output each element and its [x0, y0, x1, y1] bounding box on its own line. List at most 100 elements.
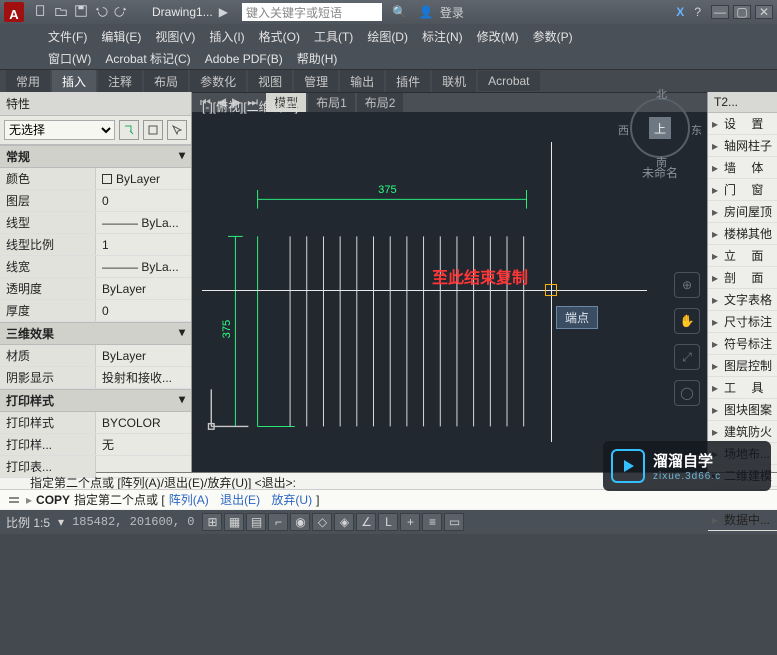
property-value[interactable]: 投射和接收... [96, 367, 192, 389]
property-label: 线宽 [0, 256, 96, 278]
status-scale[interactable]: 比例 1:5 [6, 514, 50, 531]
menu-item[interactable]: 插入(I) [209, 28, 244, 45]
osnap-icon[interactable]: ◇ [312, 513, 332, 531]
polar-icon[interactable]: ◉ [290, 513, 310, 531]
cmd-option-exit[interactable]: 退出(E) [220, 491, 260, 508]
play-icon[interactable]: ▶ [219, 5, 228, 19]
property-value[interactable]: ByLayer [96, 168, 192, 190]
lwt-icon[interactable]: ≡ [422, 513, 442, 531]
ribbon-tab[interactable]: 视图 [248, 70, 292, 93]
viewport-label[interactable]: [-][俯视][二维线框] [202, 98, 298, 115]
ribbon-tab[interactable]: 参数化 [190, 70, 246, 93]
property-group-header[interactable]: 打印样式▾ [0, 389, 191, 412]
property-value[interactable]: 0 [96, 300, 192, 322]
ribbon-tab[interactable]: 插入 [52, 70, 96, 93]
property-label: 厚度 [0, 300, 96, 322]
collapse-icon[interactable]: ▾ [179, 392, 185, 409]
close-button[interactable]: ✕ [755, 5, 773, 19]
ortho-icon[interactable]: ⌐ [268, 513, 288, 531]
property-label: 材质 [0, 345, 96, 367]
select-objects-icon[interactable] [167, 120, 187, 140]
ribbon-tab[interactable]: Acrobat [478, 71, 539, 91]
menu-item[interactable]: 修改(M) [477, 28, 519, 45]
scale-dropdown-icon[interactable]: ▾ [58, 515, 64, 529]
property-value[interactable]: ByLayer [96, 345, 192, 367]
property-group-header[interactable]: 常规▾ [0, 145, 191, 168]
dim-v-text: 375 [221, 320, 233, 339]
annotation-text: 至此结束复制 [432, 264, 528, 288]
property-value[interactable]: 0 [96, 190, 192, 212]
menu-item[interactable]: 参数(P) [533, 28, 573, 45]
minimize-button[interactable]: — [711, 5, 729, 19]
property-label: 打印样... [0, 434, 96, 456]
watermark-brand: 溜溜自学 zixue.3d66.c [603, 441, 771, 491]
menu-item[interactable]: 文件(F) [48, 28, 87, 45]
save-icon[interactable] [74, 4, 88, 21]
command-icon [6, 492, 22, 508]
menu-item[interactable]: Acrobat 标记(C) [105, 50, 190, 67]
property-label: 打印样式 [0, 412, 96, 434]
play-icon [611, 449, 645, 483]
3dosnap-icon[interactable]: ◈ [334, 513, 354, 531]
cmd-option-undo[interactable]: 放弃(U) [271, 491, 312, 508]
drawing-canvas[interactable]: 375 375 [202, 142, 647, 442]
binoculars-icon[interactable]: 🔍 [392, 5, 407, 19]
collapse-icon[interactable]: ▾ [179, 325, 185, 342]
pickadd-icon[interactable] [143, 120, 163, 140]
property-value[interactable]: ——— ByLa... [96, 256, 192, 278]
property-label: 线型 [0, 212, 96, 234]
maximize-button[interactable]: ▢ [733, 5, 751, 19]
exchange-icon[interactable]: X [676, 5, 684, 19]
cmd-option-array[interactable]: 阵列(A) [169, 491, 209, 508]
property-value[interactable]: BYCOLOR [96, 412, 192, 434]
property-value[interactable]: ——— ByLa... [96, 212, 192, 234]
quick-select-icon[interactable] [119, 120, 139, 140]
ribbon-tab[interactable]: 注释 [98, 70, 142, 93]
undo-icon[interactable] [94, 4, 108, 21]
redo-icon[interactable] [114, 4, 128, 21]
search-input[interactable]: 键入关键字或短语 [242, 3, 382, 21]
ribbon-tab[interactable]: 插件 [386, 70, 430, 93]
menu-item[interactable]: 编辑(E) [101, 28, 141, 45]
menu-item[interactable]: 窗口(W) [48, 50, 91, 67]
menu-item[interactable]: 绘图(D) [367, 28, 408, 45]
menu-item[interactable]: 标注(N) [422, 28, 463, 45]
layout-tab[interactable]: 布局1 [308, 93, 355, 112]
infer-icon[interactable]: ⊞ [202, 513, 222, 531]
ribbon-tab[interactable]: 常用 [6, 70, 50, 93]
property-label: 颜色 [0, 168, 96, 190]
grid-icon[interactable]: ▤ [246, 513, 266, 531]
new-icon[interactable] [34, 4, 48, 21]
property-value[interactable]: 无 [96, 434, 192, 456]
open-icon[interactable] [54, 4, 68, 21]
toolpalette-item[interactable]: ▸轴网柱子 [708, 135, 777, 157]
menu-item[interactable]: Adobe PDF(B) [205, 52, 283, 66]
dyn-icon[interactable]: + [400, 513, 420, 531]
property-value[interactable]: ByLayer [96, 278, 192, 300]
property-group-header[interactable]: 三维效果▾ [0, 322, 191, 345]
help-icon[interactable]: ? [694, 5, 701, 19]
user-icon[interactable]: 👤 [419, 5, 434, 19]
ribbon-tab[interactable]: 管理 [294, 70, 338, 93]
ducs-icon[interactable]: L [378, 513, 398, 531]
layout-tab[interactable]: 布局2 [357, 93, 404, 112]
collapse-icon[interactable]: ▾ [179, 148, 185, 165]
property-value[interactable]: 1 [96, 234, 192, 256]
menu-item[interactable]: 帮助(H) [297, 50, 338, 67]
osnap-tooltip: 端点 [556, 306, 598, 329]
menu-item[interactable]: 视图(V) [155, 28, 195, 45]
ribbon-tab[interactable]: 输出 [340, 70, 384, 93]
status-coords: 185482, 201600, 0 [72, 515, 194, 529]
chevron-right-icon: ▸ [712, 117, 720, 131]
ribbon-tab[interactable]: 联机 [432, 70, 476, 93]
otrack-icon[interactable]: ∠ [356, 513, 376, 531]
menu-item[interactable]: 格式(O) [259, 28, 300, 45]
snap-icon[interactable]: ▦ [224, 513, 244, 531]
toolpalette-item[interactable]: ▸设 置 [708, 113, 777, 135]
menu-item[interactable]: 工具(T) [314, 28, 353, 45]
selection-dropdown[interactable]: 无选择 [4, 120, 115, 140]
login-link[interactable]: 登录 [440, 4, 464, 21]
tpy-icon[interactable]: ▭ [444, 513, 464, 531]
app-logo: A [4, 2, 24, 22]
ribbon-tab[interactable]: 布局 [144, 70, 188, 93]
